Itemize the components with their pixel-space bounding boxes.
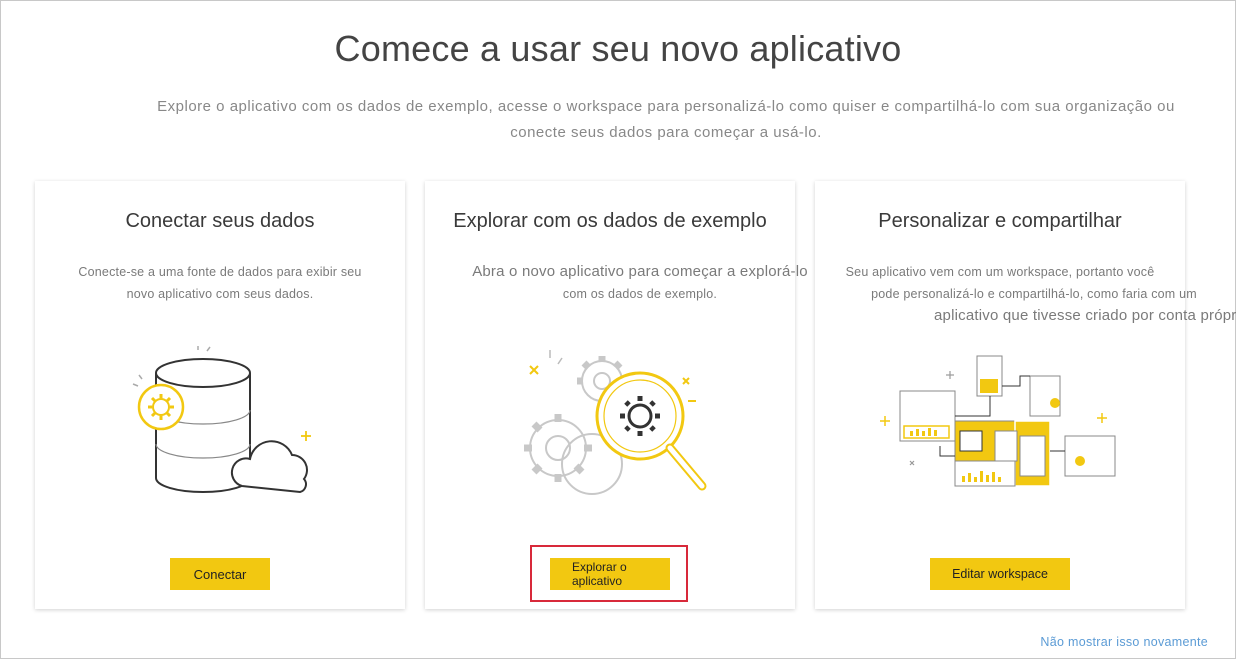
card-description: Seu aplicativo vem com um workspace, por… — [815, 261, 1236, 327]
gears-magnifier-icon — [524, 350, 707, 495]
edit-workspace-button[interactable]: Editar workspace — [930, 558, 1070, 590]
card-description-line: Seu aplicativo vem com um workspace, por… — [845, 265, 1155, 279]
page-title: Comece a usar seu novo aplicativo — [334, 28, 902, 69]
card-connect-data: Conectar seus dados Conecte-se a uma fon… — [35, 181, 405, 609]
card-description-line: com os dados de exemplo. — [562, 287, 718, 301]
subtitle-line: conecte seus dados para começar a usá-lo… — [510, 124, 822, 141]
card-title: Explorar com os dados de exemplo — [453, 210, 767, 232]
dont-show-again-link[interactable]: Não mostrar isso novamente — [1040, 635, 1208, 649]
card-description-line: pode personalizá-lo e compartilhá-lo, co… — [871, 287, 1197, 301]
database-cloud-icon — [132, 346, 311, 494]
card-description: Abra o novo aplicativo para começar a ex… — [445, 261, 835, 305]
card-description-line: Abra o novo aplicativo para começar a ex… — [472, 263, 808, 280]
card-description-line: novo aplicativo com seus dados. — [126, 287, 314, 301]
page-subtitle: Explore o aplicativo com os dados de exe… — [148, 94, 1184, 146]
explore-app-button[interactable]: Explorar o aplicativo — [550, 558, 670, 590]
card-title: Conectar seus dados — [125, 210, 315, 232]
subtitle-line: Explore o aplicativo com os dados de exe… — [157, 98, 1175, 115]
card-title: Personalizar e compartilhar — [878, 210, 1122, 232]
card-description-line: Conecte-se a uma fonte de dados para exi… — [78, 265, 362, 279]
dashboard-share-icon — [880, 355, 1116, 487]
card-explore-sample: Explorar com os dados de exemplo Abra o … — [425, 181, 808, 609]
connect-button[interactable]: Conectar — [170, 558, 270, 590]
card-description-line: aplicativo que tivesse criado por conta … — [933, 307, 1236, 324]
card-customize-share: Personalizar e compartilhar Seu aplicati… — [815, 181, 1236, 609]
card-description: Conecte-se a uma fonte de dados para exi… — [35, 261, 405, 305]
